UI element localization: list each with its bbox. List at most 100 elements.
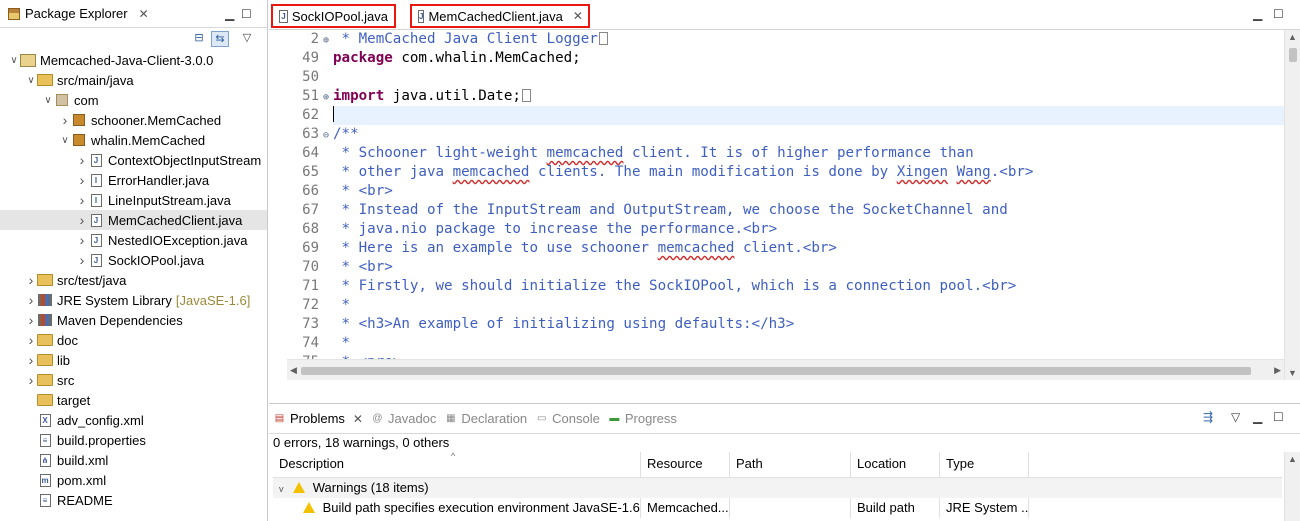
column-header-location[interactable]: Location	[851, 452, 940, 477]
tab-sockiopool[interactable]: J SockIOPool.java	[271, 4, 396, 28]
tree-item[interactable]: Xadv_config.xml	[0, 410, 267, 430]
code-line[interactable]: * java.nio package to increase the perfo…	[333, 220, 1284, 239]
tab-memcachedclient[interactable]: J MemCachedClient.java ✕	[410, 4, 590, 28]
tree-item[interactable]: m pom.xml	[0, 470, 267, 490]
chevron-down-icon[interactable]: v	[279, 484, 284, 494]
code-line[interactable]: package com.whalin.MemCached;	[333, 49, 1284, 68]
tree-item[interactable]: ≡ README	[0, 490, 267, 510]
chevron-right-icon[interactable]: ›	[76, 252, 88, 268]
chevron-right-icon[interactable]: ›	[76, 192, 88, 208]
view-menu-icon[interactable]: ▽	[1231, 410, 1240, 424]
scroll-up-icon[interactable]: ▲	[1288, 32, 1297, 42]
code-line[interactable]: * <h3>An example of initializing using d…	[333, 315, 1284, 334]
chevron-right-icon[interactable]: ›	[25, 312, 37, 328]
tree-item[interactable]: › Maven Dependencies	[0, 310, 267, 330]
link-with-editor-icon[interactable]: ⇆	[211, 31, 229, 47]
view-menu-icon[interactable]: ▽	[238, 31, 256, 47]
tree-item[interactable]: › lib	[0, 350, 267, 370]
scroll-right-icon[interactable]: ▶	[1274, 365, 1281, 376]
chevron-down-icon[interactable]: ∨	[59, 135, 71, 146]
chevron-right-icon[interactable]: ›	[76, 152, 88, 168]
tree-item[interactable]: ≡ build.properties	[0, 430, 267, 450]
minimize-icon[interactable]: ▁	[1253, 7, 1262, 21]
code-line[interactable]: * Schooner light-weight memcached client…	[333, 144, 1284, 163]
tree-item[interactable]: › src/test/java	[0, 270, 267, 290]
maximize-icon[interactable]: ☐	[241, 7, 252, 21]
tree-item[interactable]: › J ContextObjectInputStream	[0, 150, 267, 170]
tree-item[interactable]: › I ErrorHandler.java	[0, 170, 267, 190]
code-editor[interactable]: 2⊕495051⊕6263⊖64656667686970717273747576…	[269, 30, 1300, 380]
close-icon[interactable]: ✕	[139, 7, 149, 21]
tab-javadoc[interactable]: @ Javadoc	[371, 411, 436, 426]
tree-item[interactable]: target	[0, 390, 267, 410]
vertical-scroll-thumb[interactable]	[1289, 48, 1297, 62]
column-header-type[interactable]: Type	[940, 452, 1029, 477]
tree-item[interactable]: › I LineInputStream.java	[0, 190, 267, 210]
tree-item[interactable]: › J SockIOPool.java	[0, 250, 267, 270]
tree-item[interactable]: ∨ com	[0, 90, 267, 110]
minimize-icon[interactable]: ▁	[225, 7, 234, 21]
code-line[interactable]: * Firstly, we should initialize the Sock…	[333, 277, 1284, 296]
tab-progress[interactable]: ▬ Progress	[608, 411, 677, 426]
maximize-icon[interactable]: ☐	[1273, 7, 1284, 21]
warnings-group-row[interactable]: v Warnings (18 items)	[273, 478, 1282, 498]
chevron-right-icon[interactable]: ›	[76, 172, 88, 188]
chevron-right-icon[interactable]: ›	[25, 332, 37, 348]
chevron-right-icon[interactable]: ›	[76, 232, 88, 248]
package-explorer-tab[interactable]: Package Explorer ✕	[8, 6, 149, 21]
tab-declaration[interactable]: ▦ Declaration	[444, 411, 527, 426]
code-line[interactable]	[333, 106, 1284, 125]
chevron-right-icon[interactable]: ›	[76, 212, 88, 228]
tree-item[interactable]: ∨ src/main/java	[0, 70, 267, 90]
vertical-scrollbar[interactable]: ▲	[1284, 452, 1300, 521]
chevron-right-icon[interactable]: ›	[25, 292, 37, 308]
code-line[interactable]: *	[333, 296, 1284, 315]
code-line[interactable]: import java.util.Date;	[333, 87, 1284, 106]
tree-item[interactable]: › J NestedIOException.java	[0, 230, 267, 250]
folded-region-icon[interactable]	[598, 32, 608, 45]
code-line[interactable]: * Here is an example to use schooner mem…	[333, 239, 1284, 258]
source-text[interactable]: * MemCached Java Client Logger package co…	[333, 30, 1284, 380]
chevron-right-icon[interactable]: ›	[25, 272, 37, 288]
close-icon[interactable]: ✕	[353, 412, 363, 426]
tab-console[interactable]: ▭ Console	[535, 411, 600, 426]
code-line[interactable]: * other java memcached clients. The main…	[333, 163, 1284, 182]
close-icon[interactable]: ✕	[573, 9, 583, 23]
folded-region-icon[interactable]	[521, 89, 531, 102]
filter-icon[interactable]: ⇶	[1203, 410, 1213, 424]
scroll-left-icon[interactable]: ◀	[290, 365, 297, 376]
minimize-icon[interactable]: ▁	[1253, 410, 1262, 424]
table-row[interactable]: Build path specifies execution environme…	[273, 498, 1282, 518]
code-line[interactable]: * <br>	[333, 258, 1284, 277]
horizontal-scrollbar[interactable]: ◀ ▶	[287, 359, 1284, 380]
column-header-path[interactable]: Path	[730, 452, 851, 477]
maximize-icon[interactable]: ☐	[1273, 410, 1284, 424]
code-line[interactable]: *	[333, 334, 1284, 353]
chevron-right-icon[interactable]: ›	[25, 352, 37, 368]
collapse-all-icon[interactable]: ⊟	[190, 31, 208, 47]
tree-item[interactable]: › src	[0, 370, 267, 390]
collapse-fold-icon[interactable]: ⊖	[319, 126, 329, 145]
code-line[interactable]	[333, 68, 1284, 87]
tree-item[interactable]: ⋔ build.xml	[0, 450, 267, 470]
chevron-down-icon[interactable]: ∨	[8, 55, 20, 66]
tab-problems[interactable]: ▤ Problems ✕	[273, 411, 363, 426]
chevron-down-icon[interactable]: ∨	[42, 95, 54, 106]
column-header-resource[interactable]: Resource	[641, 452, 730, 477]
scroll-up-icon[interactable]: ▲	[1288, 454, 1297, 464]
code-line[interactable]: /**	[333, 125, 1284, 144]
chevron-down-icon[interactable]: ∨	[25, 75, 37, 86]
tree-item[interactable]: › JRE System Library [JavaSE-1.6]	[0, 290, 267, 310]
code-line[interactable]: * <br>	[333, 182, 1284, 201]
scroll-down-icon[interactable]: ▼	[1288, 368, 1297, 378]
tree-item[interactable]: ∨ whalin.MemCached	[0, 130, 267, 150]
vertical-scrollbar[interactable]: ▲ ▼	[1284, 30, 1300, 380]
chevron-right-icon[interactable]: ›	[25, 372, 37, 388]
horizontal-scroll-thumb[interactable]	[301, 367, 1251, 375]
tree-item[interactable]: › schooner.MemCached	[0, 110, 267, 130]
expand-fold-icon[interactable]: ⊕	[319, 88, 329, 107]
chevron-right-icon[interactable]: ›	[59, 112, 71, 128]
column-header-description[interactable]: Description ^	[273, 451, 641, 477]
expand-fold-icon[interactable]: ⊕	[319, 31, 329, 50]
tree-item[interactable]: ∨ Memcached-Java-Client-3.0.0	[0, 50, 267, 70]
